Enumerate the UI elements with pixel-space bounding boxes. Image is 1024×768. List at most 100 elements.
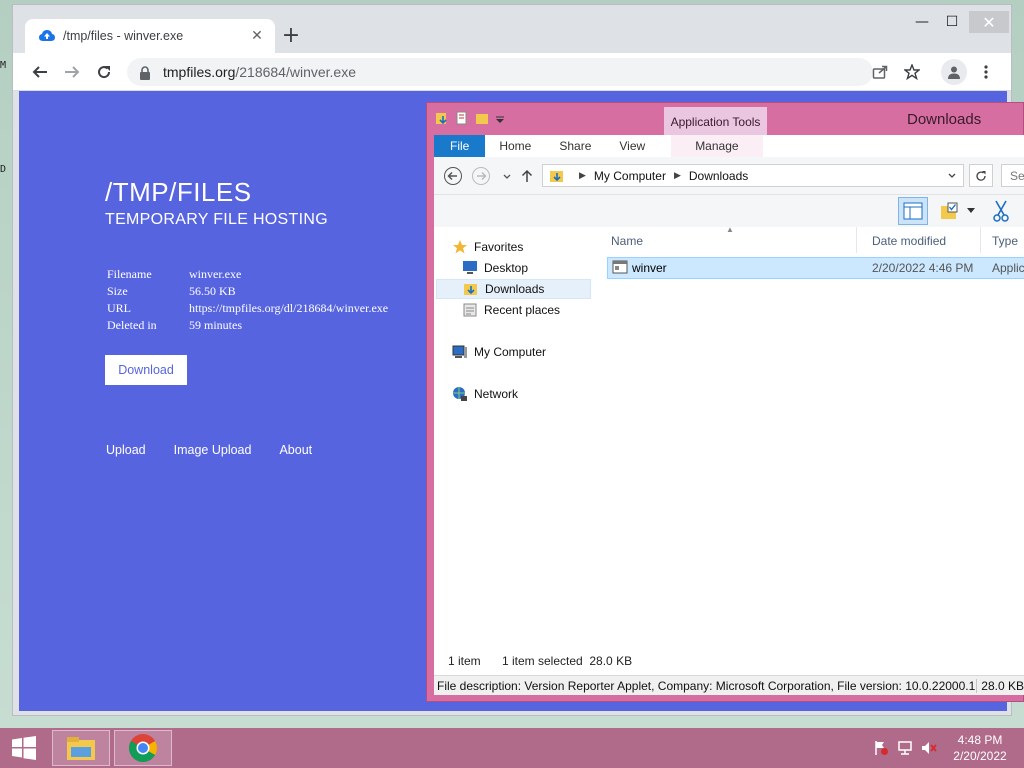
menu-kebab-icon[interactable] <box>975 61 997 83</box>
new-tab-button[interactable]: + <box>279 25 303 49</box>
chevron-right-icon: ▶ <box>579 170 586 180</box>
info-key: Filename <box>107 267 152 281</box>
windows-start-icon[interactable] <box>6 732 42 764</box>
folder-download-icon[interactable] <box>435 110 449 125</box>
status-bar: 1 item 1 item selected 28.0 KB <box>434 649 1024 673</box>
reload-icon[interactable] <box>93 61 115 83</box>
nav-downloads[interactable]: Downloads <box>436 279 591 299</box>
site-nav: Upload Image Upload About <box>106 443 340 457</box>
info-key: Size <box>107 284 128 298</box>
info-row: Deleted in 59 minutes <box>107 318 388 335</box>
minimize-button[interactable]: — <box>909 11 935 33</box>
about-link[interactable]: About <box>279 443 312 457</box>
info-value: winver.exe <box>189 267 242 281</box>
forward-circle-icon[interactable] <box>470 165 492 187</box>
volume-muted-icon[interactable] <box>920 739 938 757</box>
address-dropdown-icon[interactable] <box>947 169 957 183</box>
nav-my-computer[interactable]: My Computer <box>452 342 546 362</box>
download-button[interactable]: Download <box>105 355 187 385</box>
profile-avatar-icon[interactable] <box>941 59 967 85</box>
nav-network[interactable]: Network <box>452 384 518 404</box>
cloud-upload-icon <box>39 28 55 44</box>
explorer-title: Downloads <box>907 111 982 128</box>
tab-manage[interactable]: Manage <box>671 135 763 157</box>
downloads-folder-icon <box>549 168 565 184</box>
browser-tab[interactable]: /tmp/files - winver.exe ✕ <box>25 19 275 53</box>
preview-pane-icon[interactable] <box>898 197 928 225</box>
upload-link[interactable]: Upload <box>106 443 146 457</box>
file-list: ▲ Name Date modified Type winver 2/20/20… <box>602 225 1024 637</box>
bookmark-star-icon[interactable] <box>901 61 923 83</box>
clock-time: 4:48 PM <box>957 733 1003 747</box>
cut-scissors-icon[interactable] <box>990 197 1012 225</box>
refresh-icon[interactable] <box>969 164 993 187</box>
computer-icon <box>452 344 468 360</box>
recent-places-icon <box>462 302 478 318</box>
action-center-flag-icon[interactable] <box>872 739 890 757</box>
browser-toolbar: tmpfiles.org/218684/winver.exe <box>13 53 1011 91</box>
nav-label: Desktop <box>484 261 529 275</box>
close-window-button[interactable]: ✕ <box>969 11 1009 33</box>
tab-home[interactable]: Home <box>485 135 545 157</box>
chevron-right-icon: ▶ <box>673 170 681 180</box>
address-bar[interactable]: tmpfiles.org/218684/winver.exe <box>127 58 873 86</box>
new-folder-icon[interactable] <box>475 110 489 124</box>
ribbon-tabs: File Home Share View Manage <box>434 135 1024 157</box>
image-upload-link[interactable]: Image Upload <box>174 443 252 457</box>
column-header-name[interactable]: Name <box>611 227 643 255</box>
file-description: File description: Version Reporter Apple… <box>437 678 977 693</box>
tab-view[interactable]: View <box>605 135 659 157</box>
column-divider[interactable] <box>980 227 981 253</box>
file-name: winver <box>632 261 667 275</box>
file-type: Applic <box>992 261 1024 275</box>
file-description-size: 28.0 KB <box>976 678 1024 693</box>
view-toolbar <box>434 195 1024 227</box>
tab-share[interactable]: Share <box>545 135 605 157</box>
tab-file[interactable]: File <box>434 135 486 157</box>
file-explorer-taskbar-icon[interactable] <box>52 730 110 766</box>
column-divider[interactable] <box>856 227 857 253</box>
system-clock[interactable]: 4:48 PM 2/20/2022 <box>950 732 1010 764</box>
site-subtitle: TEMPORARY FILE HOSTING <box>105 211 328 228</box>
checked-folder-icon[interactable] <box>938 197 960 225</box>
info-value: https://tmpfiles.org/dl/218684/winver.ex… <box>189 301 389 315</box>
taskbar: 4:48 PM 2/20/2022 <box>0 728 1024 768</box>
quick-access-toolbar <box>435 110 509 125</box>
share-icon[interactable] <box>869 61 891 83</box>
desktop-icon-label: M <box>0 60 7 71</box>
recent-locations-chevron-icon[interactable] <box>496 165 518 187</box>
breadcrumb-item[interactable]: My Computer <box>594 169 666 183</box>
sort-arrow-icon: ▲ <box>726 225 734 234</box>
options-dropdown-icon[interactable] <box>964 197 978 225</box>
nav-label: My Computer <box>474 345 547 359</box>
forward-arrow-icon[interactable] <box>61 61 83 83</box>
info-value: 59 minutes <box>189 318 242 332</box>
column-header-date[interactable]: Date modified <box>872 227 946 255</box>
application-tools-context-tab: Application Tools <box>664 107 767 137</box>
nav-desktop[interactable]: Desktop <box>462 258 528 278</box>
breadcrumb-item[interactable]: Downloads <box>689 169 748 183</box>
clock-date: 2/20/2022 <box>953 749 1007 763</box>
back-circle-icon[interactable] <box>442 165 464 187</box>
desktop-icon-label: D <box>0 164 7 175</box>
downloads-folder-icon <box>463 281 479 297</box>
tab-close-button[interactable]: ✕ <box>249 28 265 44</box>
nav-favorites[interactable]: Favorites <box>452 237 523 257</box>
back-arrow-icon[interactable] <box>29 61 51 83</box>
column-header-type[interactable]: Type <box>992 227 1018 255</box>
chrome-taskbar-icon[interactable] <box>114 730 172 766</box>
qat-dropdown-icon[interactable] <box>495 110 509 124</box>
properties-icon[interactable] <box>455 110 469 125</box>
explorer-content: Favorites Desktop Downloads Recent place… <box>434 225 1024 677</box>
nav-recent-places[interactable]: Recent places <box>462 300 560 320</box>
table-row[interactable]: winver 2/20/2022 4:46 PM Applic <box>607 257 1024 279</box>
search-input[interactable]: Se <box>1001 164 1024 187</box>
network-icon[interactable] <box>896 739 914 757</box>
url-host: tmpfiles.org <box>163 64 236 80</box>
star-icon <box>452 239 468 255</box>
file-info-table: Filename winver.exe Size 56.50 KB URL https… <box>107 267 388 335</box>
up-arrow-icon[interactable] <box>516 165 538 187</box>
breadcrumb[interactable]: ▶ My Computer ▶ Downloads <box>542 164 964 187</box>
maximize-button[interactable]: ☐ <box>939 11 965 33</box>
desktop-icon <box>462 260 478 276</box>
